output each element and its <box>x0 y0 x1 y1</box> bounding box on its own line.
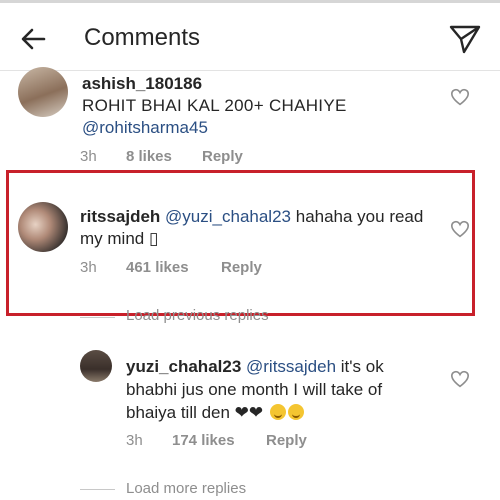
page-title: Comments <box>84 24 201 51</box>
comment-mention[interactable]: @ritssajdeh <box>246 357 336 376</box>
comment-body: ashish_180186 ROHIT BHAI KAL 200+ CHAHIY… <box>82 73 432 139</box>
load-more-replies-link[interactable]: Load more replies <box>126 480 246 497</box>
reply-button[interactable]: Reply <box>221 259 262 276</box>
comment-body: ritssajdeh @yuzi_chahal23 hahaha you rea… <box>80 206 430 250</box>
comment-mention[interactable]: @yuzi_chahal23 <box>165 207 291 226</box>
reply-button[interactable]: Reply <box>202 148 243 165</box>
heart-icon[interactable] <box>450 370 470 388</box>
replies-divider <box>80 489 115 490</box>
grinning-emoji-icon <box>269 404 286 420</box>
load-previous-replies-link[interactable]: Load previous replies <box>126 307 269 324</box>
likes-count[interactable]: 461 likes <box>126 259 189 276</box>
comment-username[interactable]: ritssajdeh <box>80 207 160 226</box>
heart-icon[interactable] <box>450 88 470 106</box>
likes-count[interactable]: 174 likes <box>172 432 235 449</box>
comment-text-line1: it's ok <box>340 357 384 376</box>
comment-meta: 3h 461 likes Reply <box>0 259 500 279</box>
comment-meta: 3h 8 likes Reply <box>0 148 500 168</box>
comment-time: 3h <box>80 259 97 276</box>
grinning-emoji-icon <box>287 404 304 420</box>
comment-text-line3: bhaiya till den ❤❤ <box>126 403 264 422</box>
comment-meta: 3h 174 likes Reply <box>0 432 500 452</box>
avatar[interactable] <box>18 202 68 252</box>
comment-time: 3h <box>126 432 143 449</box>
comment-username[interactable]: ashish_180186 <box>82 74 202 93</box>
comment-username[interactable]: yuzi_chahal23 <box>126 357 241 376</box>
likes-count[interactable]: 8 likes <box>126 148 172 165</box>
replies-divider <box>80 317 115 318</box>
avatar[interactable] <box>80 350 112 382</box>
comment-time: 3h <box>80 148 97 165</box>
comment-body: yuzi_chahal23 @ritssajdeh it's ok bhabhi… <box>126 355 446 424</box>
heart-icon[interactable] <box>450 220 470 238</box>
reply-button[interactable]: Reply <box>266 432 307 449</box>
comment-glyph: ▯ <box>148 229 159 248</box>
avatar[interactable] <box>18 67 68 117</box>
comments-header: Comments <box>0 3 500 71</box>
header-divider <box>0 70 500 71</box>
comment-text: ROHIT BHAI KAL 200+ CHAHIYE <box>82 96 347 115</box>
arrow-left-icon[interactable] <box>18 23 50 55</box>
paper-plane-icon[interactable] <box>448 23 482 55</box>
comment-text-line2: bhabhi jus one month I will take of <box>126 380 383 399</box>
comment-mention[interactable]: @rohitsharma45 <box>82 118 208 137</box>
